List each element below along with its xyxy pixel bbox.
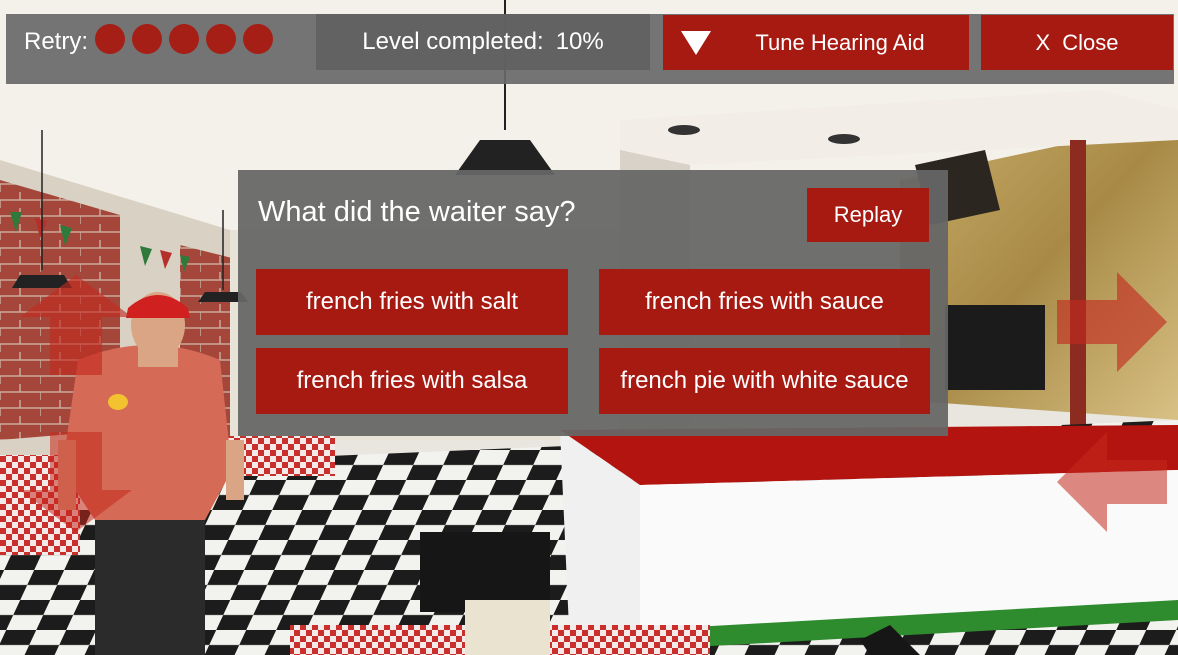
question-dialog: What did the waiter say? Replay french f…	[238, 170, 948, 436]
answer-option-4[interactable]: french pie with white sauce	[599, 348, 930, 414]
arrow-up-icon[interactable]	[20, 275, 132, 375]
retry-dot	[243, 23, 274, 54]
tune-hearing-aid-label: Tune Hearing Aid	[755, 29, 925, 55]
level-value: 10%	[555, 28, 604, 55]
level-label: Level completed:	[362, 28, 544, 55]
retry-label: Retry:	[24, 28, 89, 55]
close-icon: X	[1035, 29, 1051, 55]
arrow-right-icon[interactable]	[1057, 272, 1167, 372]
tune-hearing-aid-button[interactable]: Tune Hearing Aid	[663, 15, 969, 70]
replay-button[interactable]: Replay	[807, 188, 929, 242]
answer-option-2[interactable]: french fries with sauce	[599, 269, 930, 335]
retry-indicator: Retry:	[14, 14, 304, 70]
close-button[interactable]: X Close	[981, 15, 1173, 70]
arrow-down-icon[interactable]	[20, 432, 132, 532]
retry-dot	[206, 23, 237, 54]
retry-dot	[132, 23, 163, 54]
answer-option-1[interactable]: french fries with salt	[256, 269, 568, 335]
retry-dot	[169, 23, 200, 54]
arrow-left-icon[interactable]	[1057, 432, 1167, 532]
level-progress: Level completed: 10%	[316, 14, 650, 70]
dropdown-triangle-icon	[681, 31, 711, 55]
question-text: What did the waiter say?	[258, 196, 576, 228]
retry-dot	[95, 23, 126, 54]
retry-dots	[88, 23, 274, 61]
answer-option-3[interactable]: french fries with salsa	[256, 348, 568, 414]
close-label: Close	[1062, 29, 1119, 55]
